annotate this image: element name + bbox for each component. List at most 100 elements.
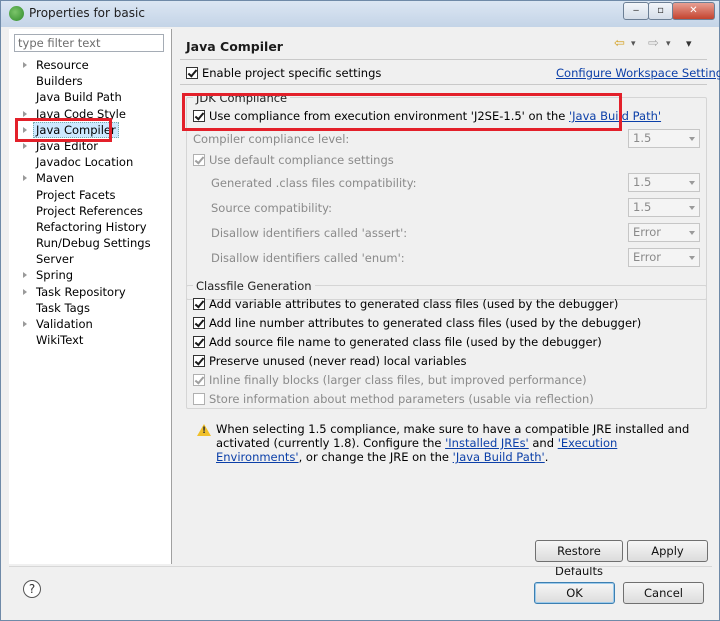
classfile-option[interactable]: Preserve unused (never read) local varia… xyxy=(193,354,467,368)
classfile-option-label: Add line number attributes to generated … xyxy=(209,316,642,330)
generated-compat-select[interactable]: 1.5 xyxy=(628,173,700,192)
classfile-option-label: Add source file name to generated class … xyxy=(209,335,602,349)
java-build-path-link-2[interactable]: 'Java Build Path' xyxy=(453,450,545,464)
compliance-warning: When selecting 1.5 compliance, make sure… xyxy=(216,422,690,464)
sidebar-item-label: Task Repository xyxy=(36,284,126,299)
sidebar-item[interactable]: Javadoc Location xyxy=(9,154,171,170)
sidebar-item[interactable]: Java Build Path xyxy=(9,89,171,105)
chevron-down-icon xyxy=(689,181,695,185)
source-compat-label: Source compatibility: xyxy=(211,201,333,215)
classfile-generation-label: Classfile Generation xyxy=(193,279,315,293)
sidebar-item[interactable]: Run/Debug Settings xyxy=(9,235,171,251)
chevron-down-icon xyxy=(689,137,695,141)
back-arrow-icon[interactable]: ⇦ xyxy=(614,37,625,51)
java-compiler-page: Java Compiler ⇦ ▾ ⇨ ▾ ▾ Enable project s… xyxy=(175,29,720,578)
page-nav: ⇦ ▾ ⇨ ▾ ▾ xyxy=(614,37,708,53)
sidebar-item-label: Javadoc Location xyxy=(36,155,134,170)
source-compat-select[interactable]: 1.5 xyxy=(628,198,700,217)
classfile-option-label: Preserve unused (never read) local varia… xyxy=(209,354,467,368)
sidebar-item-label: Builders xyxy=(36,74,83,89)
sidebar-item-label: Java Compiler xyxy=(33,121,119,138)
sidebar-item[interactable]: Java Compiler xyxy=(9,121,171,138)
java-build-path-link[interactable]: 'Java Build Path' xyxy=(569,109,661,123)
chevron-down-icon xyxy=(689,256,695,260)
generated-compat-label: Generated .class files compatibility: xyxy=(211,176,417,190)
maximize-button[interactable]: ▫ xyxy=(648,2,673,20)
classfile-option-checkbox[interactable] xyxy=(193,374,205,386)
sidebar-item[interactable]: Spring xyxy=(9,267,171,283)
classfile-option[interactable]: Add source file name to generated class … xyxy=(193,335,602,349)
chevron-right-icon[interactable] xyxy=(23,175,27,182)
use-default-option[interactable]: Use default compliance settings xyxy=(193,153,394,167)
back-history-icon[interactable]: ▾ xyxy=(631,37,636,51)
title-bar[interactable]: Properties for basic ‒ ▫ ✕ xyxy=(1,1,719,27)
enable-project-specific-checkbox[interactable] xyxy=(186,67,198,79)
chevron-right-icon[interactable] xyxy=(23,62,27,68)
cancel-button[interactable]: Cancel xyxy=(623,582,704,604)
sidebar-item-label: Resource xyxy=(36,58,89,72)
enable-project-specific[interactable]: Enable project specific settings xyxy=(186,66,381,80)
sidebar-item-label: Refactoring History xyxy=(36,219,147,234)
sidebar-item[interactable]: Maven xyxy=(9,170,171,186)
classfile-option[interactable]: Store information about method parameter… xyxy=(193,392,594,406)
sidebar-item-label: Maven xyxy=(36,171,75,186)
help-icon[interactable]: ? xyxy=(23,580,41,598)
sidebar-item[interactable]: Project References xyxy=(9,203,171,219)
sidebar-item[interactable]: Validation xyxy=(9,316,171,332)
classfile-option-checkbox[interactable] xyxy=(193,393,205,405)
forward-history-icon[interactable]: ▾ xyxy=(666,37,671,51)
sidebar-item[interactable]: Java Editor xyxy=(9,138,171,154)
sidebar-item-label: Server xyxy=(36,252,74,267)
apply-button[interactable]: Apply xyxy=(627,540,708,562)
classfile-option-checkbox[interactable] xyxy=(193,298,205,310)
sidebar-item[interactable]: Refactoring History xyxy=(9,219,171,235)
chevron-right-icon[interactable] xyxy=(23,142,27,149)
chevron-right-icon[interactable] xyxy=(23,272,27,279)
use-compliance-checkbox[interactable] xyxy=(193,110,205,122)
category-tree: Resource Builders Java Build Path Java Code… xyxy=(9,57,171,348)
configure-workspace-link[interactable]: Configure Workspace Settings... xyxy=(556,66,720,80)
sidebar-item-label: Project References xyxy=(36,203,143,218)
sidebar-item[interactable]: Resource xyxy=(9,57,171,73)
chevron-right-icon[interactable] xyxy=(23,321,27,327)
classfile-option-checkbox[interactable] xyxy=(193,317,205,329)
sidebar-item[interactable]: WikiText xyxy=(9,332,171,348)
restore-defaults-button[interactable]: Restore Defaults xyxy=(535,540,623,578)
forward-arrow-icon[interactable]: ⇨ xyxy=(648,37,659,51)
sidebar-item[interactable]: Project Facets xyxy=(9,187,171,203)
chevron-right-icon[interactable] xyxy=(23,110,27,117)
assert-label: Disallow identifiers called 'assert': xyxy=(211,226,408,240)
classfile-option-label: Inline finally blocks (larger class file… xyxy=(209,373,587,387)
sidebar-item[interactable]: Builders xyxy=(9,73,171,89)
classfile-option-checkbox[interactable] xyxy=(193,355,205,367)
assert-select[interactable]: Error xyxy=(628,223,700,242)
sidebar-item-label: WikiText xyxy=(36,333,84,348)
header-separator xyxy=(180,84,707,85)
sidebar-item[interactable]: Task Tags xyxy=(9,300,171,316)
sidebar-item[interactable]: Task Repository xyxy=(9,284,171,300)
close-button[interactable]: ✕ xyxy=(672,2,715,20)
installed-jres-link[interactable]: 'Installed JREs' xyxy=(445,436,529,450)
filter-input[interactable] xyxy=(14,34,164,52)
chevron-down-icon xyxy=(689,231,695,235)
enum-label: Disallow identifiers called 'enum': xyxy=(211,251,405,265)
chevron-right-icon[interactable] xyxy=(23,288,27,295)
classfile-option[interactable]: Add variable attributes to generated cla… xyxy=(193,297,618,311)
use-default-checkbox[interactable] xyxy=(193,154,205,166)
compliance-level-select[interactable]: 1.5 xyxy=(628,129,700,148)
ok-button[interactable]: OK xyxy=(534,582,615,604)
sidebar-item[interactable]: Java Code Style xyxy=(9,106,171,122)
sidebar-item-label: Java Editor xyxy=(36,138,98,153)
minimize-button[interactable]: ‒ xyxy=(623,2,649,20)
use-compliance-option[interactable]: Use compliance from execution environmen… xyxy=(193,109,661,123)
classfile-option[interactable]: Inline finally blocks (larger class file… xyxy=(193,373,587,387)
sidebar-item-label: Java Code Style xyxy=(36,106,126,121)
chevron-right-icon[interactable] xyxy=(23,126,27,133)
classfile-option-label: Store information about method parameter… xyxy=(209,392,594,406)
sidebar-item[interactable]: Server xyxy=(9,251,171,267)
classfile-option-checkbox[interactable] xyxy=(193,336,205,348)
enum-select[interactable]: Error xyxy=(628,248,700,267)
view-menu-icon[interactable]: ▾ xyxy=(686,37,692,51)
warning-icon xyxy=(197,424,211,436)
classfile-option[interactable]: Add line number attributes to generated … xyxy=(193,316,641,330)
